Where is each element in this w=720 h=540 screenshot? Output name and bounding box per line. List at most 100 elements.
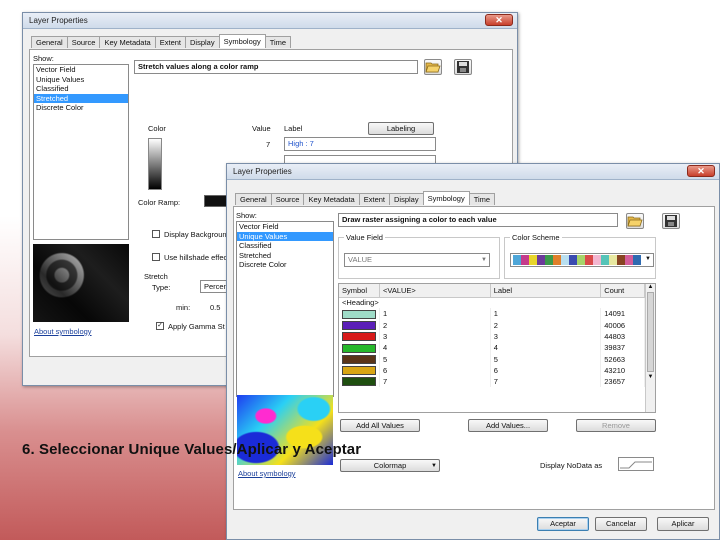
front-heading-row-text: <Heading> xyxy=(339,297,645,309)
scroll-thumb[interactable] xyxy=(647,292,654,372)
row-label[interactable]: 3 xyxy=(490,330,602,343)
front-renderer-vector-field[interactable]: Vector Field xyxy=(237,222,333,232)
front-about-symbology-link[interactable]: About symbology xyxy=(238,469,296,478)
table-row[interactable]: 3 3 44803 xyxy=(339,330,645,343)
nodata-swatch-icon xyxy=(620,461,652,469)
front-value-field-dropdown[interactable]: VALUE ▼ xyxy=(344,253,490,267)
front-save-icon[interactable] xyxy=(662,213,680,229)
front-col-symbol[interactable]: Symbol xyxy=(339,284,380,298)
back-display-background-checkbox[interactable] xyxy=(152,230,160,238)
color-scheme-swatch xyxy=(609,255,617,265)
back-use-hillshade-label: Use hillshade effect xyxy=(164,253,230,262)
table-row[interactable]: 6 6 43210 xyxy=(339,364,645,377)
color-scheme-swatch xyxy=(601,255,609,265)
front-tab-symbology[interactable]: Symbology xyxy=(422,191,470,205)
back-tab-source[interactable]: Source xyxy=(66,36,101,48)
table-row[interactable]: 5 5 52663 xyxy=(339,353,645,365)
back-color-ramp-picker[interactable] xyxy=(204,195,228,207)
front-tab-extent[interactable]: Extent xyxy=(358,193,390,205)
color-scheme-swatch xyxy=(625,255,633,265)
front-renderer-classified[interactable]: Classified xyxy=(237,241,333,251)
front-tab-display[interactable]: Display xyxy=(389,193,424,205)
table-row[interactable]: 1 1 14091 xyxy=(339,308,645,320)
front-close-icon[interactable]: ✕ xyxy=(687,165,715,177)
nodata-color-picker[interactable] xyxy=(618,457,654,471)
symbol-swatch[interactable] xyxy=(342,366,376,376)
front-show-label: Show: xyxy=(236,211,257,220)
remove-button[interactable]: Remove xyxy=(576,419,656,432)
color-scheme-swatch xyxy=(513,255,521,265)
back-tab-symbology[interactable]: Symbology xyxy=(218,34,266,48)
folder-icon xyxy=(425,62,441,73)
symbol-swatch[interactable] xyxy=(342,321,376,330)
back-labeling-button[interactable]: Labeling xyxy=(368,122,434,135)
back-tab-time[interactable]: Time xyxy=(264,36,292,48)
back-tab-extent[interactable]: Extent xyxy=(154,36,186,48)
back-gamma-label: Apply Gamma St xyxy=(168,322,225,331)
front-renderer-discrete-color[interactable]: Discrete Color xyxy=(237,260,333,270)
back-gamma-checkbox[interactable]: ✓ xyxy=(156,322,164,330)
front-heading-row[interactable]: <Heading> xyxy=(339,297,645,309)
back-about-symbology-link[interactable]: About symbology xyxy=(34,327,92,336)
row-value: 5 xyxy=(379,353,491,365)
back-renderer-classified[interactable]: Classified xyxy=(34,84,128,94)
symbol-swatch[interactable] xyxy=(342,377,376,387)
add-values-button[interactable]: Add Values... xyxy=(468,419,548,432)
front-col-count[interactable]: Count xyxy=(600,284,645,298)
back-label-high-field[interactable]: High : 7 xyxy=(284,137,436,151)
table-row[interactable]: 2 2 40006 xyxy=(339,319,645,331)
back-renderer-discrete-color[interactable]: Discrete Color xyxy=(34,103,128,113)
symbol-swatch[interactable] xyxy=(342,343,376,353)
front-open-folder-icon[interactable] xyxy=(626,213,644,229)
apply-button[interactable]: Aplicar xyxy=(657,517,709,531)
back-renderer-list: Vector Field Unique Values Classified St… xyxy=(33,64,129,240)
front-tab-general[interactable]: General xyxy=(235,193,272,205)
front-layer-properties-window: Layer Properties ✕ General Source Key Me… xyxy=(226,163,720,540)
back-save-icon[interactable] xyxy=(454,59,472,75)
scroll-down-icon[interactable]: ▼ xyxy=(646,374,655,380)
back-close-icon[interactable]: ✕ xyxy=(485,14,513,26)
ok-button[interactable]: Aceptar xyxy=(537,517,589,531)
symbol-swatch[interactable] xyxy=(342,309,376,319)
back-tab-display[interactable]: Display xyxy=(185,36,220,48)
front-tab-key-metadata[interactable]: Key Metadata xyxy=(303,193,360,205)
back-tab-key-metadata[interactable]: Key Metadata xyxy=(99,36,156,48)
row-count: 52663 xyxy=(600,353,645,365)
front-table-scrollbar[interactable]: ▲ ▼ xyxy=(645,284,655,412)
front-renderer-list: Vector Field Unique Values Classified St… xyxy=(236,221,334,397)
table-row[interactable]: 7 7 23657 xyxy=(339,376,645,388)
back-tab-general[interactable]: General xyxy=(31,36,68,48)
front-col-value[interactable]: <VALUE> xyxy=(379,284,491,298)
front-symbol-table-header: Symbol <VALUE> Label Count xyxy=(339,284,645,298)
table-row[interactable]: 4 4 39837 xyxy=(339,342,645,354)
front-tab-source[interactable]: Source xyxy=(270,193,305,205)
cancel-button[interactable]: Cancelar xyxy=(595,517,647,531)
symbol-swatch[interactable] xyxy=(342,332,376,342)
front-renderer-unique-values[interactable]: Unique Values xyxy=(237,231,333,241)
scroll-up-icon[interactable]: ▲ xyxy=(646,284,655,290)
row-label[interactable]: 1 xyxy=(490,308,602,320)
front-tab-time[interactable]: Time xyxy=(468,193,496,205)
back-display-background-label: Display Background xyxy=(164,230,231,239)
color-scheme-swatch xyxy=(617,255,625,265)
front-col-label[interactable]: Label xyxy=(490,284,602,298)
row-label[interactable]: 7 xyxy=(490,376,602,388)
back-color-ramp-label: Color Ramp: xyxy=(138,198,181,207)
back-title-bar[interactable]: Layer Properties ✕ xyxy=(23,13,517,29)
back-tab-strip: General Source Key Metadata Extent Displ… xyxy=(31,34,292,48)
symbol-swatch[interactable] xyxy=(342,354,376,364)
back-renderer-vector-field[interactable]: Vector Field xyxy=(34,65,128,75)
back-renderer-stretched[interactable]: Stretched xyxy=(34,93,128,103)
row-label[interactable]: 2 xyxy=(490,319,602,331)
row-label[interactable]: 6 xyxy=(490,364,602,377)
add-all-values-button[interactable]: Add All Values xyxy=(340,419,420,432)
front-color-scheme-dropdown[interactable]: ▼ xyxy=(510,253,654,267)
back-open-folder-icon[interactable] xyxy=(424,59,442,75)
back-renderer-unique-values[interactable]: Unique Values xyxy=(34,75,128,85)
row-label[interactable]: 4 xyxy=(490,342,602,354)
front-renderer-stretched[interactable]: Stretched xyxy=(237,251,333,261)
colormap-dropdown[interactable]: Colormap ▼ xyxy=(340,459,440,472)
row-label[interactable]: 5 xyxy=(490,353,602,365)
back-use-hillshade-checkbox[interactable] xyxy=(152,253,160,261)
front-title-bar[interactable]: Layer Properties ✕ xyxy=(227,164,719,180)
